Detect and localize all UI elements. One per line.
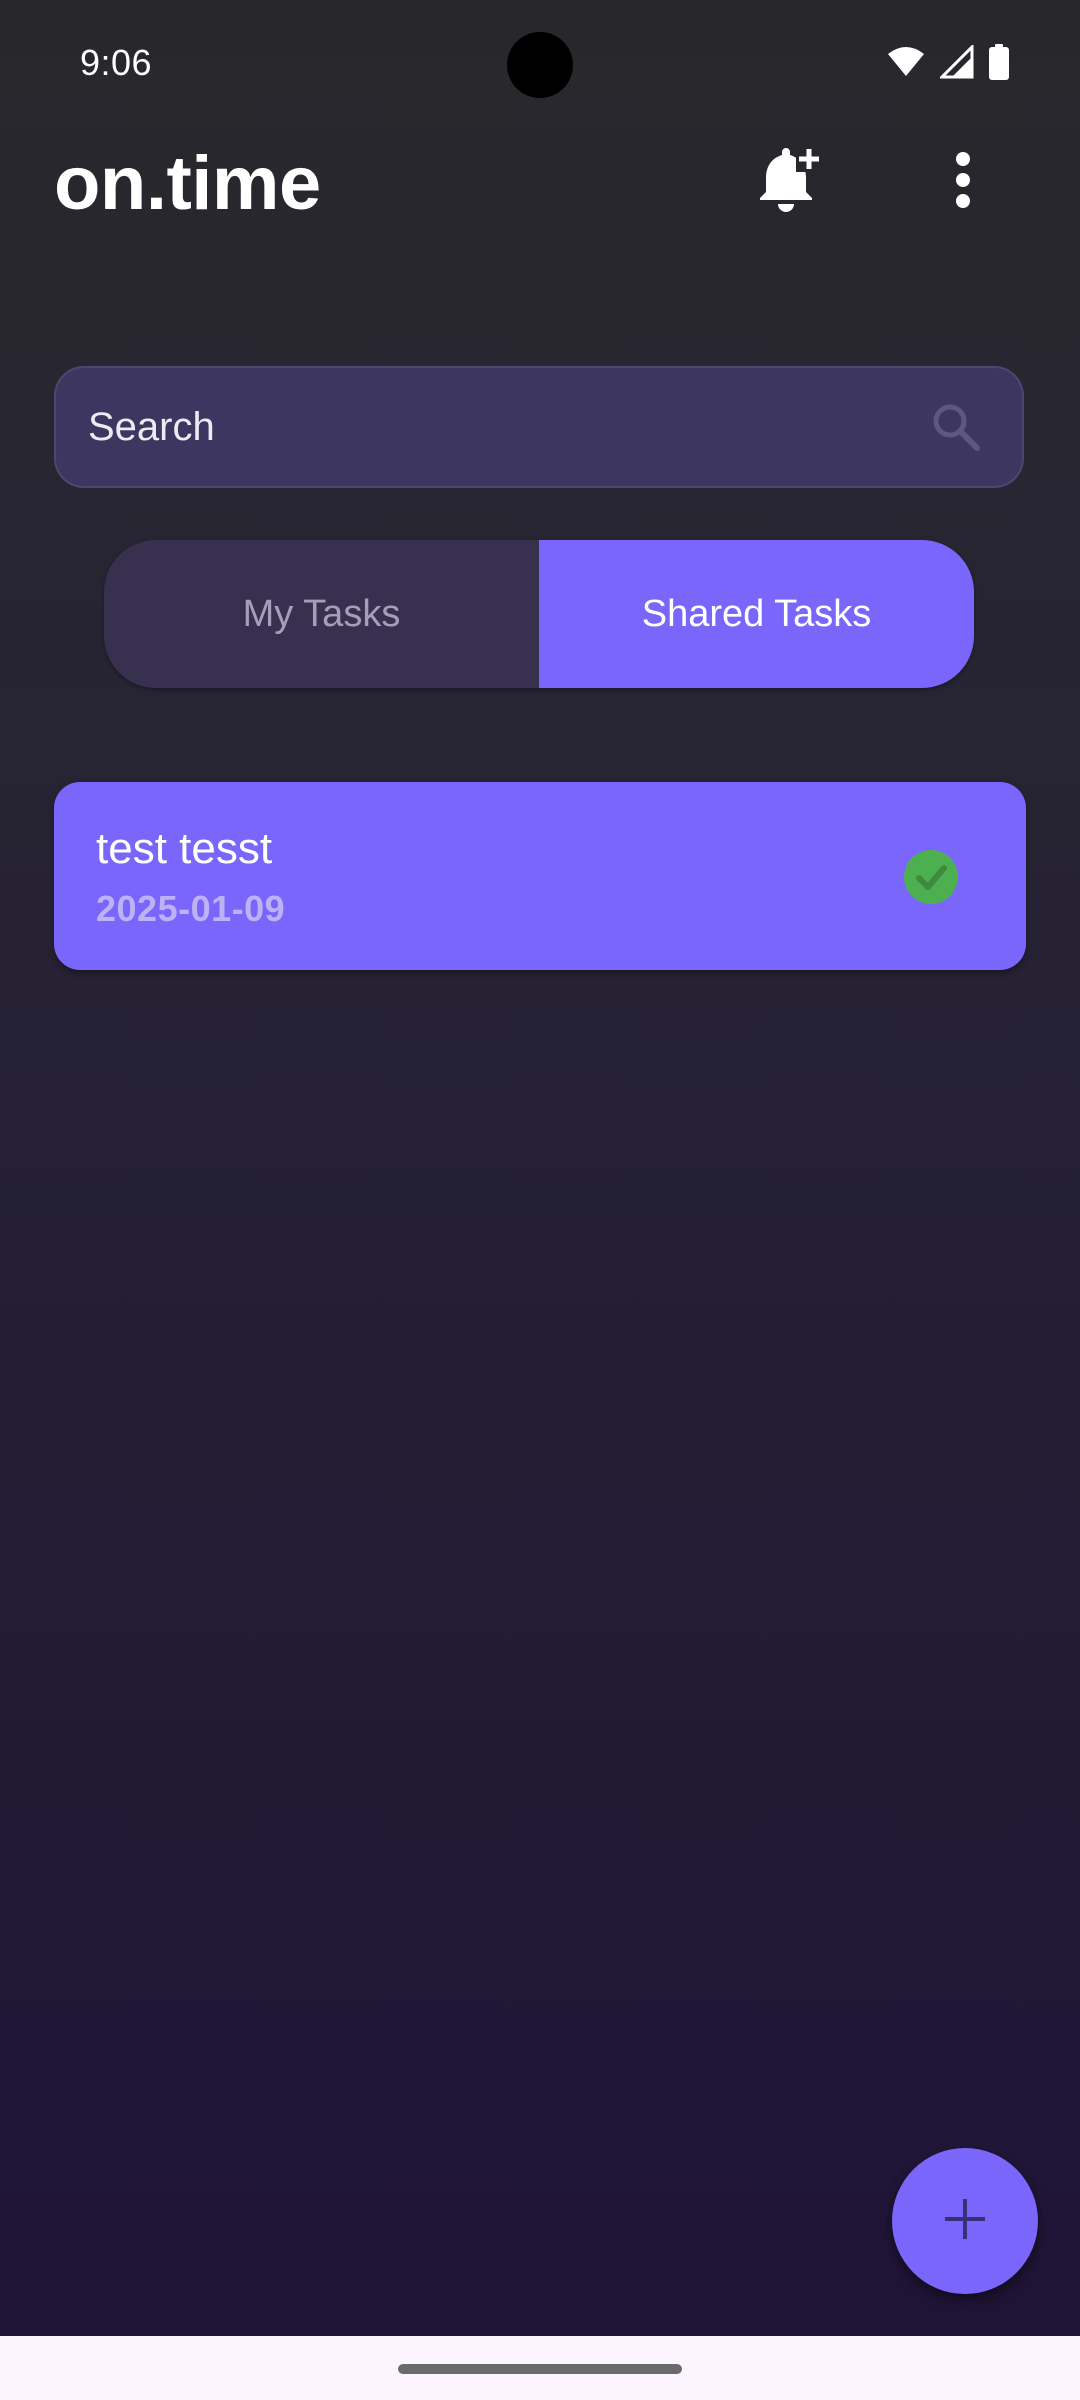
cell-signal-icon xyxy=(940,45,974,79)
wifi-icon xyxy=(886,46,926,78)
app-title: on.time xyxy=(54,141,321,226)
add-alarm-bell-icon xyxy=(752,144,824,221)
tab-shared-tasks[interactable]: Shared Tasks xyxy=(539,540,974,688)
search-bar xyxy=(54,366,1024,488)
battery-icon xyxy=(988,44,1010,80)
check-circle-icon[interactable] xyxy=(904,850,958,904)
app-screen: 9:06 on.time Search My Tasks Shared Task… xyxy=(0,0,1080,2400)
task-title: test tesst xyxy=(96,824,273,873)
status-bar: 9:06 xyxy=(0,0,1080,130)
more-options-button[interactable] xyxy=(915,134,1011,230)
camera-cutout xyxy=(507,32,573,98)
task-tabs: My Tasks Shared Tasks xyxy=(104,540,974,688)
search-input[interactable] xyxy=(56,403,926,451)
status-time: 9:06 xyxy=(80,42,153,83)
plus-icon xyxy=(943,2197,987,2246)
task-date: 2025-01-09 xyxy=(96,888,286,929)
add-alarm-button[interactable] xyxy=(740,134,836,230)
tab-my-tasks[interactable]: My Tasks xyxy=(104,540,539,688)
more-vert-icon xyxy=(953,150,973,215)
task-card[interactable]: test tesst 2025-01-09 xyxy=(54,782,1026,970)
status-icons xyxy=(886,44,1010,80)
search-icon[interactable] xyxy=(926,397,986,457)
home-gesture-handle[interactable] xyxy=(398,2364,682,2374)
add-task-button[interactable] xyxy=(892,2148,1038,2294)
